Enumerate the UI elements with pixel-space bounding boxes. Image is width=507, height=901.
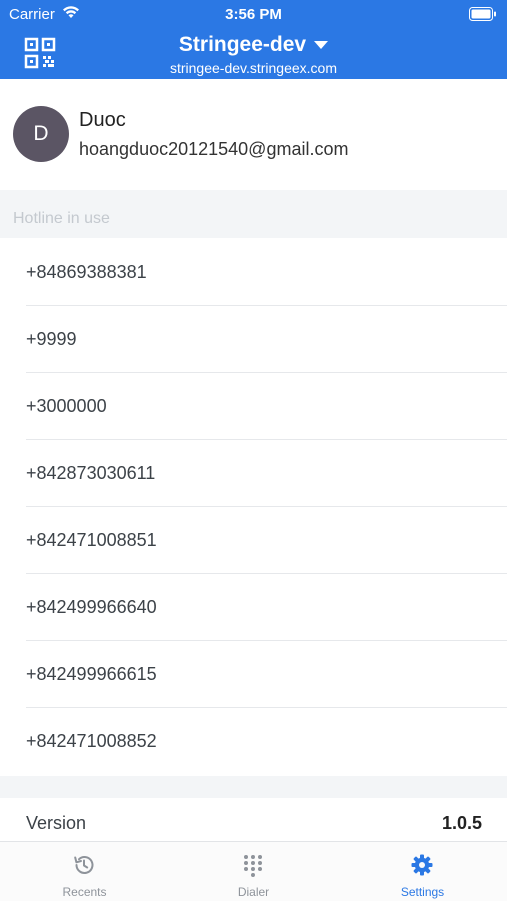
hotline-section-header: Hotline in use [0,190,507,238]
page-subtitle: stringee-dev.stringeex.com [169,60,338,76]
hotline-item[interactable]: +842499966615 [26,640,507,708]
hotline-number: +84869388381 [26,262,147,282]
gear-icon [411,854,433,876]
history-icon [74,856,94,874]
tab-settings[interactable]: Settings [338,842,507,901]
status-time: 3:56 PM [225,6,282,23]
profile-email: hoangduoc20121540@gmail.com [79,139,349,159]
profile-name: Duoc [79,109,126,131]
version-value: 1.0.5 [441,813,482,833]
hotline-item[interactable]: +3000000 [26,372,507,440]
page-title: Stringee-dev [178,33,307,56]
profile-card: D Duoc hoangduoc20121540@gmail.com [0,79,507,190]
hotline-number: +3000000 [26,396,107,416]
avatar: D [13,106,69,162]
app-header: Carrier 3:56 PM Stringee-dev stringee-de… [0,0,507,79]
dialpad-icon [244,855,262,877]
hotline-number: +842499966615 [26,664,157,684]
hotline-item[interactable]: +842873030611 [26,439,507,507]
hotline-number: +842499966640 [26,597,157,617]
tab-label: Dialer [237,885,270,899]
tab-label: Settings [400,885,445,899]
battery-icon [469,7,496,21]
hotline-item[interactable]: +842471008852 [26,707,507,774]
status-bar: Carrier 3:56 PM [0,0,507,28]
caret-down-icon [314,40,329,49]
tab-bar: Recents Dialer Settings [0,841,507,901]
workspace-switcher[interactable]: Stringee-dev [0,33,507,57]
section-title: Hotline in use [13,210,110,227]
tab-dialer[interactable]: Dialer [169,842,338,901]
hotline-number: +9999 [26,329,77,349]
hotline-item[interactable]: +842499966640 [26,573,507,641]
tab-recents[interactable]: Recents [0,842,169,901]
hotline-number: +842471008852 [26,731,157,751]
version-label: Version [26,813,87,833]
version-row: Version 1.0.5 [0,798,507,842]
hotline-item[interactable]: +842471008851 [26,506,507,574]
hotline-item[interactable]: +84869388381 [26,238,507,306]
hotline-number: +842873030611 [26,463,156,483]
tab-label: Recents [62,885,107,899]
hotline-item[interactable]: +9999 [26,305,507,373]
hotline-number: +842471008851 [26,530,157,550]
hotline-list: +84869388381 +9999 +3000000 +84287303061… [0,238,507,776]
section-divider [0,776,507,798]
